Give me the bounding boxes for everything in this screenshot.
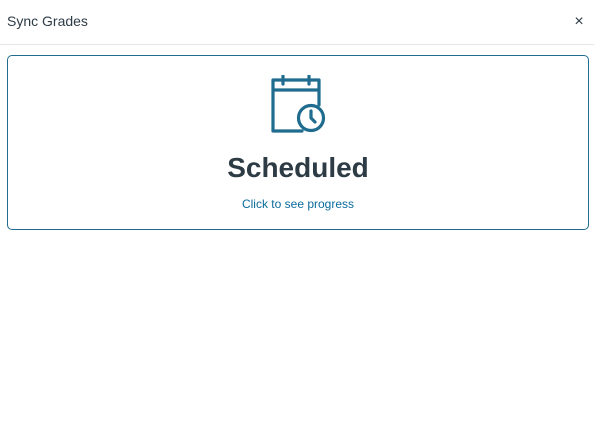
dialog-title: Sync Grades (7, 13, 88, 29)
see-progress-link[interactable]: Click to see progress (8, 196, 588, 212)
close-button[interactable]: × (572, 14, 586, 30)
calendar-clock-icon (271, 75, 326, 133)
dialog-header: Sync Grades × (0, 0, 594, 45)
sync-grades-dialog: Sync Grades × Scheduled Click to see pro… (0, 0, 594, 444)
status-card[interactable]: Scheduled Click to see progress (7, 55, 589, 230)
status-title: Scheduled (227, 152, 369, 183)
